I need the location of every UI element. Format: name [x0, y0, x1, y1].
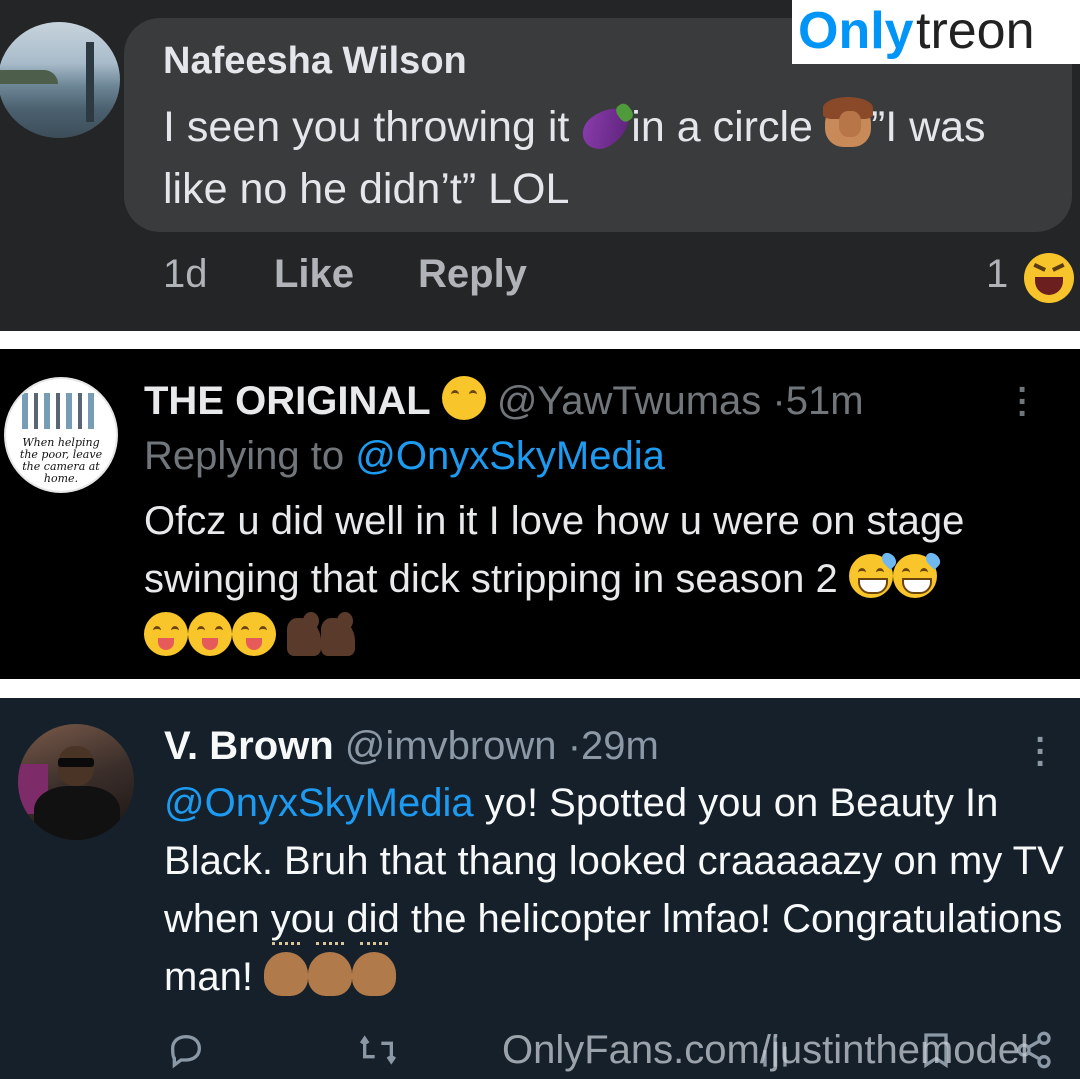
replying-to: Replying to @OnyxSkyMedia [144, 434, 665, 478]
tweet1-time[interactable]: 51m [786, 379, 864, 423]
yum-face-emoji-icon [144, 612, 188, 656]
tweet2-handle[interactable]: @imvbrown [345, 724, 557, 768]
comment-text: I seen you throwing it in a circle ”I wa… [163, 96, 1043, 220]
clapping-hands-emoji-icon [264, 942, 309, 996]
tweet1-header: THE ORIGINAL @YawTwumas ·51m [144, 376, 864, 424]
tweet1-author-name[interactable]: THE ORIGINAL [144, 379, 431, 423]
tweet2-time[interactable]: 29m [581, 724, 659, 768]
tweet2-header: V. Brown @imvbrown ·29m [164, 724, 659, 769]
avatar-caption: When helping the poor, leave the camera … [19, 436, 103, 485]
facebook-comment-panel: Nafeesha Wilson I seen you throwing it i… [0, 0, 1080, 331]
commenter-avatar[interactable] [0, 22, 120, 138]
comment-author[interactable]: Nafeesha Wilson [163, 40, 467, 83]
reply-button[interactable]: Reply [418, 252, 527, 297]
avatar-illustration [22, 393, 100, 429]
tweet1-separator: · [772, 379, 786, 423]
watermark-part-only: Only [798, 2, 914, 60]
onlyfans-watermark: OnlyFans.com/justinthemodel [502, 1028, 1029, 1072]
tweet2-text: @OnyxSkyMedia yo! Spotted you on Beauty … [164, 781, 1064, 999]
haha-emoji-icon[interactable] [1024, 253, 1074, 303]
yum-face-emoji-icon [232, 612, 276, 656]
facepalm-emoji-icon [822, 97, 873, 147]
clapping-hands-emoji-icon [308, 942, 353, 996]
more-options-icon[interactable]: · · · [1034, 723, 1048, 781]
comment-timestamp[interactable]: 1d [163, 252, 208, 297]
more-options-icon[interactable]: · · · [1016, 373, 1030, 431]
retweet-icon[interactable] [356, 1030, 400, 1079]
smiling-face-emoji-icon [441, 376, 486, 420]
reaction-count[interactable]: 1 [986, 252, 1008, 297]
tweet2-author-name[interactable]: V. Brown [164, 724, 334, 768]
grinning-sweat-emoji-icon [892, 550, 943, 598]
onlytreon-watermark: Only treon [792, 0, 1080, 64]
flexed-biceps-emoji-icon [287, 612, 322, 656]
clapping-hands-emoji-icon [352, 942, 397, 996]
reply-icon[interactable] [166, 1030, 206, 1079]
tweet1-avatar[interactable]: When helping the poor, leave the camera … [4, 377, 118, 493]
replying-to-handle[interactable]: @OnyxSkyMedia [355, 434, 665, 478]
tweet2-mention[interactable]: @OnyxSkyMedia [164, 781, 474, 825]
tweet1-text: Ofcz u did well in it I love how u were … [144, 492, 1064, 666]
yum-face-emoji-icon [188, 612, 232, 656]
tweet1-handle[interactable]: @YawTwumas [497, 379, 761, 423]
tweet2-separator: · [567, 724, 582, 768]
watermark-part-treon: treon [916, 2, 1035, 60]
flexed-biceps-emoji-icon [321, 612, 356, 656]
like-button[interactable]: Like [274, 252, 354, 297]
tweet2-avatar[interactable] [18, 724, 134, 840]
eggplant-emoji-icon [576, 99, 637, 157]
grinning-sweat-emoji-icon [848, 550, 899, 598]
